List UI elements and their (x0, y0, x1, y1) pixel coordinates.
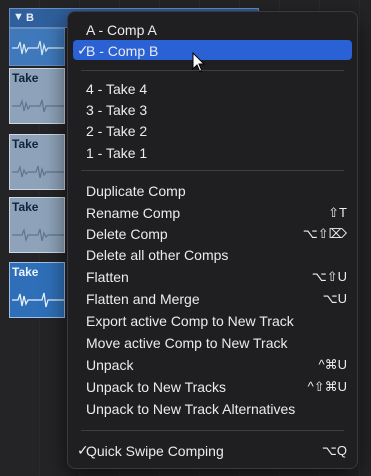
menu-item-take-3[interactable]: 3 - Take 3 (73, 99, 352, 119)
menu-separator (81, 170, 344, 171)
menu-separator (81, 430, 344, 431)
menu-item-shortcut: ⌥⇧⌦ (302, 226, 347, 241)
take-region[interactable]: Take (9, 68, 65, 124)
waveform-icon (12, 292, 64, 308)
take-label: Take (12, 265, 39, 279)
menu-item-duplicate-comp[interactable]: Duplicate Comp (73, 180, 352, 200)
menu-item-label: Flatten (86, 269, 129, 285)
waveform-icon (12, 164, 64, 179)
menu-item-shortcut: ^⌘U (318, 357, 348, 372)
menu-item-delete-comp[interactable]: Delete Comp ⌥⇧⌦ (73, 223, 352, 243)
take-label: Take (12, 200, 39, 214)
menu-item-take-4[interactable]: 4 - Take 4 (73, 78, 352, 98)
menu-item-label: 1 - Take 1 (86, 145, 148, 161)
menu-item-move-active-comp[interactable]: Move active Comp to New Track (73, 332, 352, 352)
waveform-icon (12, 40, 64, 56)
menu-item-rename-comp[interactable]: Rename Comp ⇧T (73, 202, 352, 222)
menu-item-label: 4 - Take 4 (86, 81, 148, 97)
mouse-pointer-icon (192, 52, 206, 73)
take-region[interactable]: Take (9, 197, 65, 253)
waveform-icon (12, 98, 64, 113)
take-label: Take (12, 137, 39, 151)
menu-item-shortcut: ⇧T (328, 205, 347, 220)
menu-item-take-2[interactable]: 2 - Take 2 (73, 120, 352, 140)
menu-item-delete-all-other-comps[interactable]: Delete all other Comps (73, 244, 352, 264)
menu-item-comp-a[interactable]: A - Comp A (73, 19, 352, 39)
take-label: Take (12, 71, 39, 85)
menu-item-label: Unpack to New Tracks (86, 379, 227, 395)
menu-item-quick-swipe-comping[interactable]: ✓ Quick Swipe Comping ⌥Q (73, 440, 352, 460)
menu-separator (81, 70, 344, 71)
menu-item-label: B - Comp B (86, 43, 159, 59)
take-region[interactable]: Take (9, 134, 65, 190)
menu-item-label: Move active Comp to New Track (86, 335, 288, 351)
take-folder-label: B (26, 12, 34, 24)
menu-item-take-1[interactable]: 1 - Take 1 (73, 142, 352, 162)
menu-item-label: Quick Swipe Comping (86, 443, 224, 459)
menu-item-shortcut: ⌥Q (321, 443, 347, 458)
menu-item-unpack[interactable]: Unpack ^⌘U (73, 354, 352, 374)
menu-item-label: 2 - Take 2 (86, 123, 148, 139)
menu-item-flatten[interactable]: Flatten ⌥⇧U (73, 266, 352, 286)
take-folder-context-menu: A - Comp A ✓ B - Comp B 4 - Take 4 3 - T… (67, 11, 358, 469)
menu-item-export-active-comp[interactable]: Export active Comp to New Track (73, 310, 352, 330)
menu-item-label: A - Comp A (86, 22, 157, 38)
menu-item-shortcut: ^⇧⌘U (307, 379, 347, 394)
menu-item-label: Duplicate Comp (86, 183, 186, 199)
disclosure-triangle-icon[interactable]: ▼ (13, 11, 24, 23)
menu-item-label: Delete all other Comps (86, 247, 229, 263)
menu-item-comp-b[interactable]: ✓ B - Comp B (73, 40, 352, 60)
menu-item-shortcut: ⌥U (322, 291, 347, 306)
menu-item-unpack-to-new-tracks[interactable]: Unpack to New Tracks ^⇧⌘U (73, 376, 352, 396)
menu-item-flatten-and-merge[interactable]: Flatten and Merge ⌥U (73, 288, 352, 308)
menu-item-shortcut: ⌥⇧U (311, 269, 347, 284)
take-region-active[interactable]: Take (9, 262, 65, 318)
menu-item-label: Unpack to New Track Alternatives (86, 401, 296, 417)
waveform-icon (12, 227, 64, 243)
menu-item-label: Delete Comp (86, 226, 168, 242)
menu-item-label: Unpack (86, 357, 134, 373)
menu-item-unpack-to-new-track-alternatives[interactable]: Unpack to New Track Alternatives (73, 398, 352, 418)
comp-lane[interactable] (9, 28, 65, 66)
menu-item-label: Flatten and Merge (86, 291, 200, 307)
menu-item-label: Export active Comp to New Track (86, 313, 294, 329)
menu-item-label: Rename Comp (86, 205, 181, 221)
menu-item-label: 3 - Take 3 (86, 102, 148, 118)
